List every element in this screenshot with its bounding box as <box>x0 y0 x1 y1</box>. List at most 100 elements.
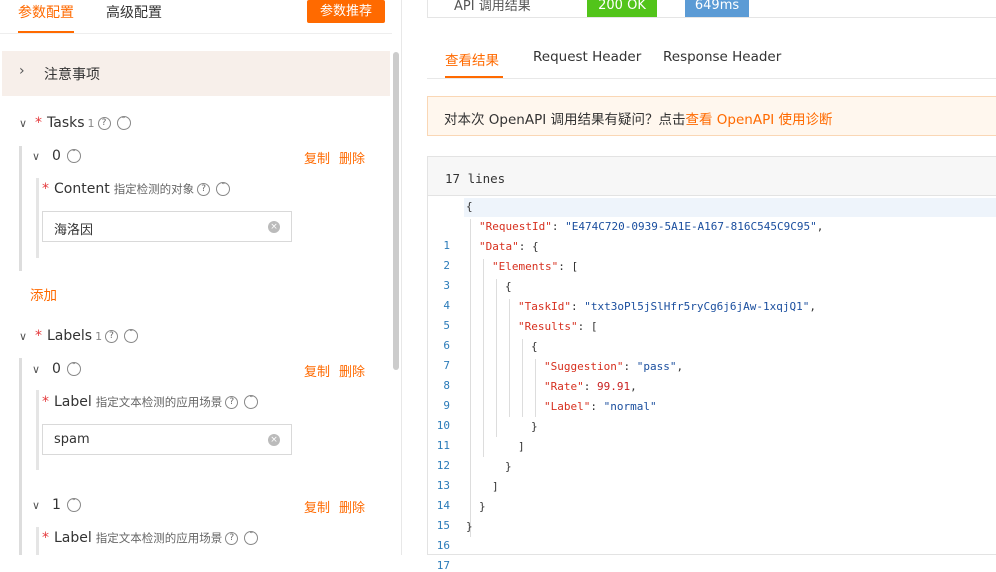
code-line: } <box>466 520 473 533</box>
help-icon[interactable]: ? <box>225 395 239 409</box>
line-number: 12 <box>436 459 450 472</box>
chevron-right-icon: › <box>19 63 25 79</box>
code-line: ] <box>518 440 525 453</box>
json-key: "Results" <box>518 320 578 333</box>
json-string: "normal" <box>603 400 657 413</box>
code-line: "Data": { <box>479 240 539 253</box>
feedback-icon[interactable]: ˘ <box>216 182 231 196</box>
json-punct: } <box>531 420 538 433</box>
json-punct: , <box>816 220 824 233</box>
tasks-count: 1 <box>87 117 95 130</box>
help-icon[interactable]: ? <box>197 182 211 196</box>
line-number: 10 <box>436 419 450 432</box>
clear-icon[interactable]: × <box>268 434 280 446</box>
required-mark: * <box>42 530 49 546</box>
json-key: "TaskId" <box>518 300 571 313</box>
code-line: { <box>505 280 512 293</box>
tab-response-header[interactable]: Response Header <box>663 49 781 65</box>
copy-button[interactable]: 复制 <box>304 497 330 516</box>
chevron-down-icon: ∨ <box>32 363 41 376</box>
copy-button[interactable]: 复制 <box>304 148 330 167</box>
json-punct: : [ <box>577 320 598 333</box>
field-label: Content <box>54 181 110 197</box>
copy-button[interactable]: 复制 <box>304 361 330 380</box>
code-line: "TaskId": "txt3oPl5jSlHfr5ryCg6j6jAw-1xq… <box>518 300 816 313</box>
feedback-icon[interactable]: ˘ <box>244 531 259 545</box>
json-punct: : <box>623 360 637 373</box>
diagnosis-link[interactable]: 查看 OpenAPI 使用诊断 <box>686 112 833 128</box>
content-input[interactable]: 海洛因 × <box>42 211 292 242</box>
feedback-icon[interactable]: ˘ <box>244 395 259 409</box>
line-number: 5 <box>443 319 450 332</box>
json-punct: , <box>676 360 684 373</box>
code-line: } <box>505 460 512 473</box>
json-punct: , <box>630 380 637 393</box>
feedback-icon[interactable]: ˘ <box>66 362 81 376</box>
json-key: "Rate" <box>544 380 584 393</box>
scrollbar[interactable] <box>393 52 399 370</box>
diagnosis-text: 对本次 OpenAPI 调用结果有疑问？点击查看 OpenAPI 使用诊断 <box>444 108 833 128</box>
feedback-icon[interactable]: ˘ <box>66 498 81 512</box>
code-line: "RequestId": "E474C720-0939-5A1E-A167-81… <box>479 220 823 233</box>
json-key: "RequestId" <box>479 220 552 233</box>
labels-item-row[interactable]: ∨ 0 ˘ <box>32 361 81 377</box>
tab-params-config[interactable]: 参数配置 <box>18 2 74 22</box>
help-icon[interactable]: ? <box>225 531 239 545</box>
json-punct: { <box>531 340 538 353</box>
line-number: 1 <box>443 239 450 252</box>
json-punct: } <box>505 460 512 473</box>
labels-item-row[interactable]: ∨ 1 ˘ <box>32 497 81 513</box>
param-recommend-button[interactable]: 参数推荐 <box>307 0 385 23</box>
code-viewer: 17 lines 1 2 3 4 5 6 7 8 9 10 11 12 13 14 15 16 17 {"Req… <box>427 156 996 572</box>
tab-request-header[interactable]: Request Header <box>533 49 641 65</box>
tab-advanced-config[interactable]: 高级配置 <box>106 2 162 22</box>
latency-badge: 649ms <box>685 0 749 17</box>
chevron-down-icon: ∨ <box>32 499 41 512</box>
tasks-row[interactable]: ∨ * Tasks 1? ˘ <box>19 115 131 131</box>
feedback-icon[interactable]: ˘ <box>66 149 81 163</box>
field-label: Label <box>54 394 92 410</box>
feedback-icon[interactable]: ˘ <box>116 116 131 130</box>
divider <box>427 78 996 79</box>
json-string: "pass" <box>636 360 677 373</box>
required-mark: * <box>35 328 42 344</box>
help-icon[interactable]: ? <box>105 329 119 343</box>
add-button[interactable]: 添加 <box>30 284 57 304</box>
code-line: { <box>531 340 538 353</box>
json-punct: : <box>583 380 597 393</box>
delete-button[interactable]: 删除 <box>339 361 365 380</box>
feedback-icon[interactable]: ˘ <box>124 329 139 343</box>
line-number: 6 <box>443 339 450 352</box>
indent-guide <box>535 359 536 417</box>
labels-count: 1 <box>95 330 103 343</box>
clear-icon[interactable]: × <box>268 221 280 233</box>
line-number: 9 <box>443 399 450 412</box>
label-input[interactable]: spam × <box>42 424 292 455</box>
item-index: 0 <box>52 148 61 164</box>
item-index: 0 <box>52 361 61 377</box>
json-string: "txt3oPl5jSlHfr5ryCg6j6jAw-1xqjQ1" <box>584 300 810 313</box>
tasks-label: Tasks <box>47 115 85 131</box>
notice-section[interactable]: › 注意事项 <box>2 51 390 96</box>
tasks-item-row[interactable]: ∨ 0 ˘ <box>32 148 81 164</box>
result-panel: API 调用结果 200 OK 649ms 查看结果 Request Heade… <box>402 0 996 572</box>
json-key: "Suggestion" <box>544 360 624 373</box>
help-icon[interactable]: ? <box>97 116 111 130</box>
field-hint: 指定文本检测的应用场景 <box>95 531 223 545</box>
code-line: "Elements": [ <box>492 260 578 273</box>
indent-guide <box>522 339 523 417</box>
delete-button[interactable]: 删除 <box>339 148 365 167</box>
code-header: 17 lines <box>428 157 996 196</box>
chevron-down-icon: ∨ <box>19 117 28 130</box>
code-line: "Label": "normal" <box>544 400 657 413</box>
labels-row[interactable]: ∨ * Labels 1? ˘ <box>19 328 139 344</box>
required-mark: * <box>42 394 49 410</box>
notice-label: 注意事项 <box>44 67 100 83</box>
code-line: } <box>531 420 538 433</box>
delete-button[interactable]: 删除 <box>339 497 365 516</box>
json-punct: : <box>570 300 585 313</box>
tab-view-result[interactable]: 查看结果 <box>445 49 499 69</box>
status-label: API 调用结果 <box>454 0 531 14</box>
code-line: { <box>466 200 473 213</box>
content-field-label-row: * Content 指定检测的对象? ˘ <box>36 181 231 197</box>
